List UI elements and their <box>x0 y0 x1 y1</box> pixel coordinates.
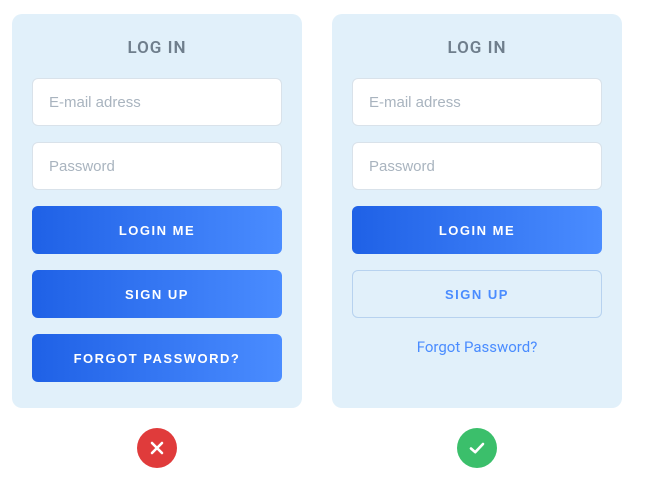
card-title: LOG IN <box>352 38 602 58</box>
signup-button[interactable]: SIGN UP <box>32 270 282 318</box>
login-button-label: LOGIN ME <box>439 223 515 238</box>
forgot-password-label: FORGOT PASSWORD? <box>74 351 241 366</box>
forgot-password-link[interactable]: Forgot Password? <box>352 338 602 356</box>
login-button[interactable]: LOGIN ME <box>352 206 602 254</box>
verdict-row <box>0 408 650 468</box>
verdict-good <box>332 428 622 468</box>
verdict-bad <box>12 428 302 468</box>
comparison-row: LOG IN LOGIN ME SIGN UP FORGOT PASSWORD?… <box>0 0 650 408</box>
login-card-bad: LOG IN LOGIN ME SIGN UP FORGOT PASSWORD? <box>12 14 302 408</box>
login-button-label: LOGIN ME <box>119 223 195 238</box>
email-field[interactable] <box>32 78 282 126</box>
login-card-good: LOG IN LOGIN ME SIGN UP Forgot Password? <box>332 14 622 408</box>
signup-button-label: SIGN UP <box>125 287 189 302</box>
signup-button-label: SIGN UP <box>445 287 509 302</box>
check-icon <box>457 428 497 468</box>
card-title: LOG IN <box>32 38 282 58</box>
signup-button[interactable]: SIGN UP <box>352 270 602 318</box>
forgot-password-button[interactable]: FORGOT PASSWORD? <box>32 334 282 382</box>
cross-icon <box>137 428 177 468</box>
password-field[interactable] <box>32 142 282 190</box>
email-field[interactable] <box>352 78 602 126</box>
login-button[interactable]: LOGIN ME <box>32 206 282 254</box>
password-field[interactable] <box>352 142 602 190</box>
